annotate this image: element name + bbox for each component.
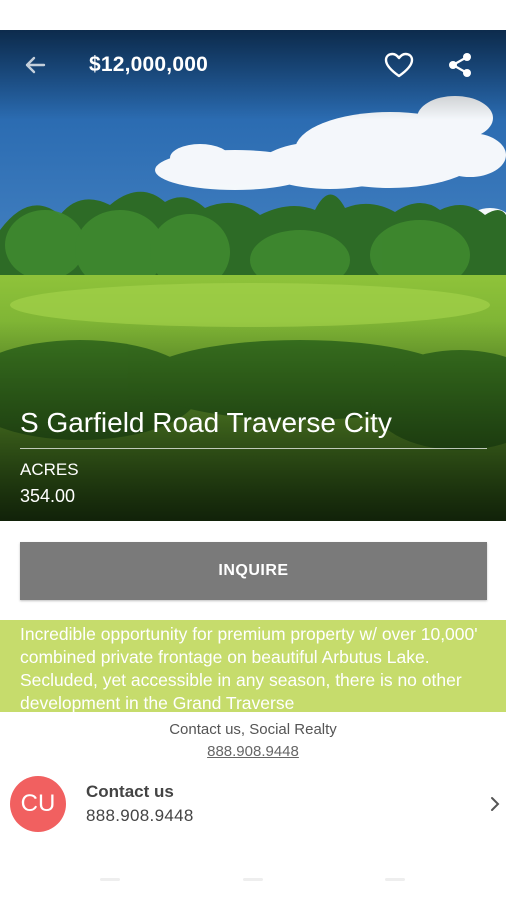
acres-value: 354.00	[20, 486, 76, 506]
back-button[interactable]	[20, 50, 50, 80]
arrow-left-icon	[25, 56, 46, 74]
contact-name: Contact us	[86, 782, 174, 801]
header-scrim	[0, 30, 506, 120]
property-hero-image: $12,000,000 S Garfield Road Traverse Cit…	[0, 30, 506, 521]
nav-hint-right	[385, 878, 405, 881]
contact-phone-link-wrap: 888.908.9448	[0, 743, 506, 761]
share-icon	[449, 53, 471, 77]
listing-price: $12,000,000	[89, 53, 208, 76]
contact-panel: Contact us, Social Realty 888.908.9448 C…	[0, 712, 506, 900]
share-button[interactable]	[445, 50, 475, 80]
status-bar	[0, 0, 506, 30]
nav-hint-center	[243, 878, 263, 881]
contact-card[interactable]: CU Contact us 888.908.9448	[0, 774, 506, 834]
acres-label: ACRES	[20, 460, 79, 479]
description-text: Incredible opportunity for premium prope…	[20, 624, 478, 712]
chevron-right-icon	[491, 797, 500, 811]
inquire-button[interactable]: INQUIRE	[20, 542, 487, 600]
contact-phone-link[interactable]: 888.908.9448	[207, 743, 299, 760]
contact-agency-line: Contact us, Social Realty	[169, 721, 337, 738]
heart-outline-icon	[384, 52, 414, 78]
contact-phone: 888.908.9448	[86, 806, 194, 825]
favorite-button[interactable]	[383, 50, 415, 80]
avatar: CU	[10, 776, 66, 832]
property-title: S Garfield Road Traverse City	[20, 407, 392, 438]
nav-hint-left	[100, 878, 120, 881]
title-divider	[20, 448, 487, 449]
property-description: Incredible opportunity for premium prope…	[0, 620, 506, 712]
